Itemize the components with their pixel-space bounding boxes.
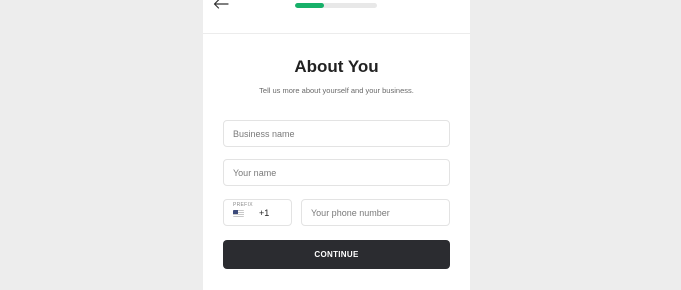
- business-name-field: [223, 120, 450, 147]
- phone-number-field: [301, 199, 450, 226]
- us-flag-icon: [233, 210, 244, 217]
- prefix-label: PREFIX: [233, 202, 253, 208]
- country-prefix-select[interactable]: PREFIX +1: [223, 199, 292, 226]
- top-bar: [203, 0, 470, 34]
- back-button[interactable]: [210, 0, 232, 12]
- progress-fill: [295, 3, 324, 8]
- dial-code: +1: [259, 208, 270, 218]
- page-subtitle: Tell us more about yourself and your bus…: [259, 86, 414, 95]
- signup-panel: About You Tell us more about yourself an…: [203, 0, 470, 290]
- business-name-input[interactable]: [224, 121, 449, 146]
- your-name-field: [223, 159, 450, 186]
- progress-bar: [295, 3, 377, 8]
- phone-number-input[interactable]: [302, 200, 449, 225]
- arrow-left-icon: [213, 0, 229, 9]
- continue-button[interactable]: CONTINUE: [223, 240, 450, 269]
- your-name-input[interactable]: [224, 160, 449, 185]
- page-title: About You: [294, 57, 379, 76]
